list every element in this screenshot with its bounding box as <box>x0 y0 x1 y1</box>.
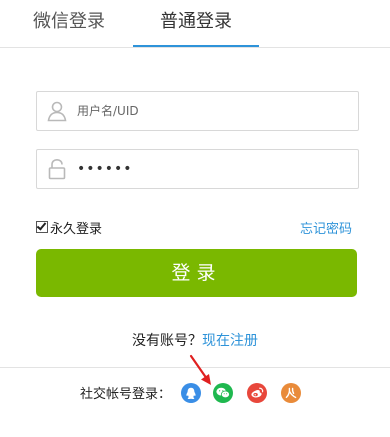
login-tabs: 微信登录 普通登录 <box>0 0 390 48</box>
user-icon <box>47 101 67 122</box>
register-link[interactable]: 现在注册 <box>202 333 258 349</box>
qq-login-button[interactable] <box>181 383 201 403</box>
wechat-login-button[interactable] <box>213 383 233 403</box>
renren-icon <box>285 387 297 399</box>
remember-checkbox[interactable] <box>36 221 48 233</box>
forgot-password-link[interactable]: 忘记密码 <box>300 218 352 237</box>
username-input[interactable] <box>77 92 347 130</box>
wechat-icon <box>216 387 230 399</box>
password-input[interactable] <box>77 150 347 188</box>
renren-login-button[interactable] <box>281 383 301 403</box>
remember-label: 永久登录 <box>50 221 103 237</box>
username-field <box>36 91 359 131</box>
tab-wechat-login[interactable]: 微信登录 <box>6 0 132 44</box>
tab-normal-login[interactable]: 普通登录 <box>133 0 259 47</box>
social-login-label: 社交帐号登录： <box>80 387 172 402</box>
remember-me[interactable]: 永久登录 <box>36 218 103 237</box>
register-question: 没有账号？ <box>132 333 202 349</box>
register-prompt: 没有账号？现在注册 <box>0 330 390 350</box>
weibo-login-button[interactable] <box>247 383 267 403</box>
weibo-icon <box>251 387 264 398</box>
login-button[interactable]: 登录 <box>36 249 357 297</box>
qq-icon <box>186 387 196 399</box>
red-arrow-annotation <box>189 354 211 385</box>
lock-icon <box>48 158 66 180</box>
password-field <box>36 149 359 189</box>
